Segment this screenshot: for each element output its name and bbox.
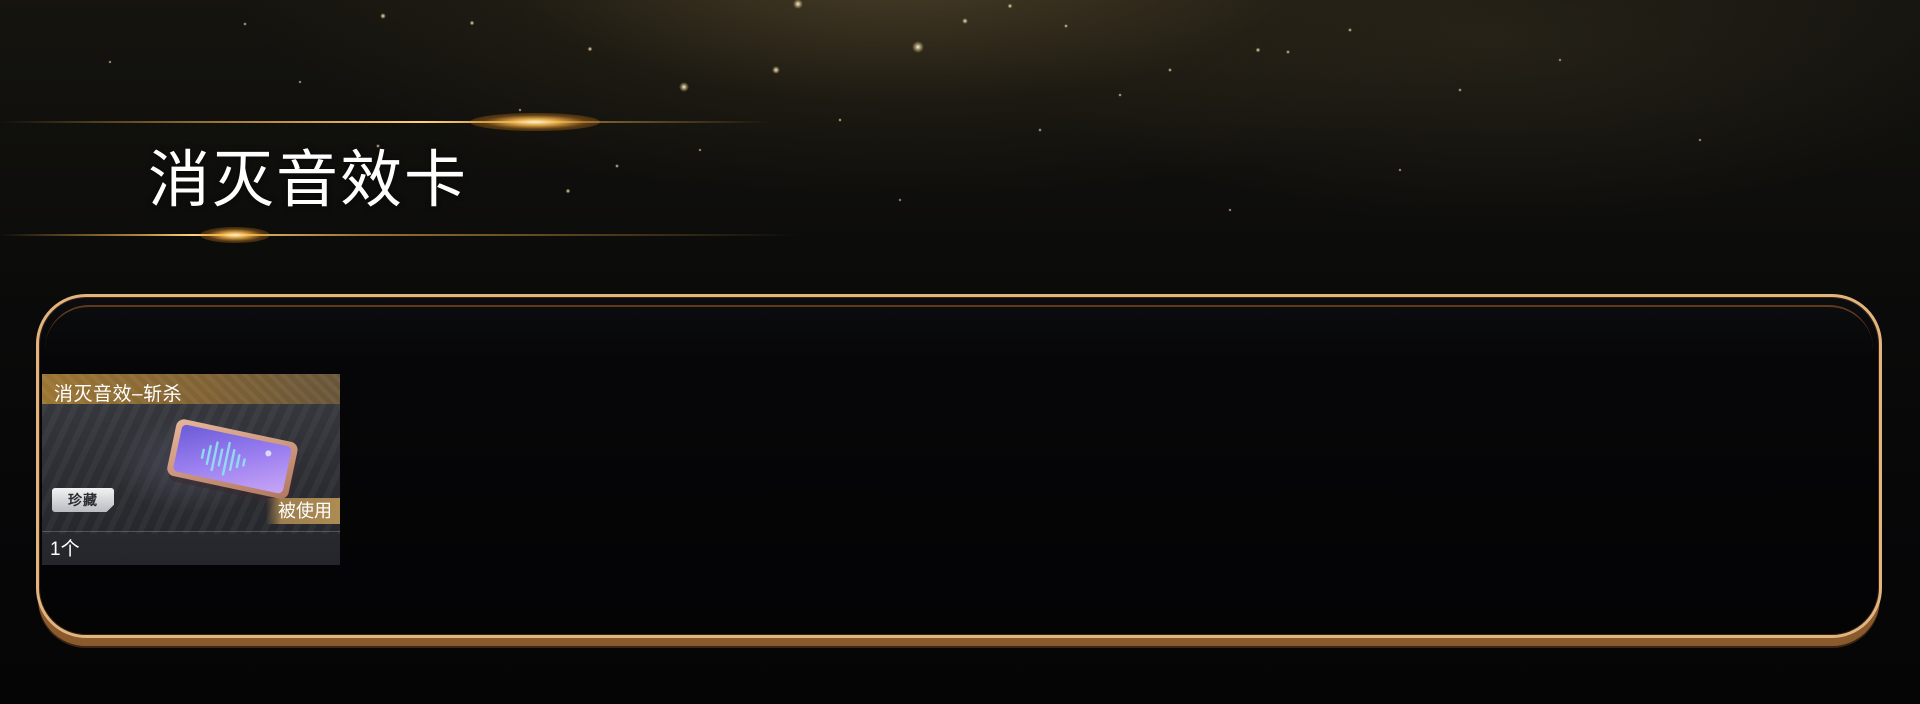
title-bottom-flare — [200, 227, 270, 243]
title-bottom-divider — [0, 234, 800, 236]
game-screen: 消灭音效卡 消灭音效–斩杀 珍藏 被使用 1个 — [0, 0, 1920, 704]
sound-card-icon — [167, 419, 300, 505]
rarity-badge: 珍藏 — [52, 488, 114, 512]
item-count: 1个 — [50, 539, 80, 560]
title-top-flare — [470, 113, 600, 131]
title-top-divider — [0, 121, 770, 123]
item-card[interactable]: 消灭音效–斩杀 珍藏 被使用 1个 — [42, 374, 340, 565]
item-name: 消灭音效–斩杀 — [54, 384, 183, 405]
status-badge: 被使用 — [266, 498, 340, 524]
page-title: 消灭音效卡 — [148, 146, 469, 215]
item-card-divider — [42, 531, 340, 532]
